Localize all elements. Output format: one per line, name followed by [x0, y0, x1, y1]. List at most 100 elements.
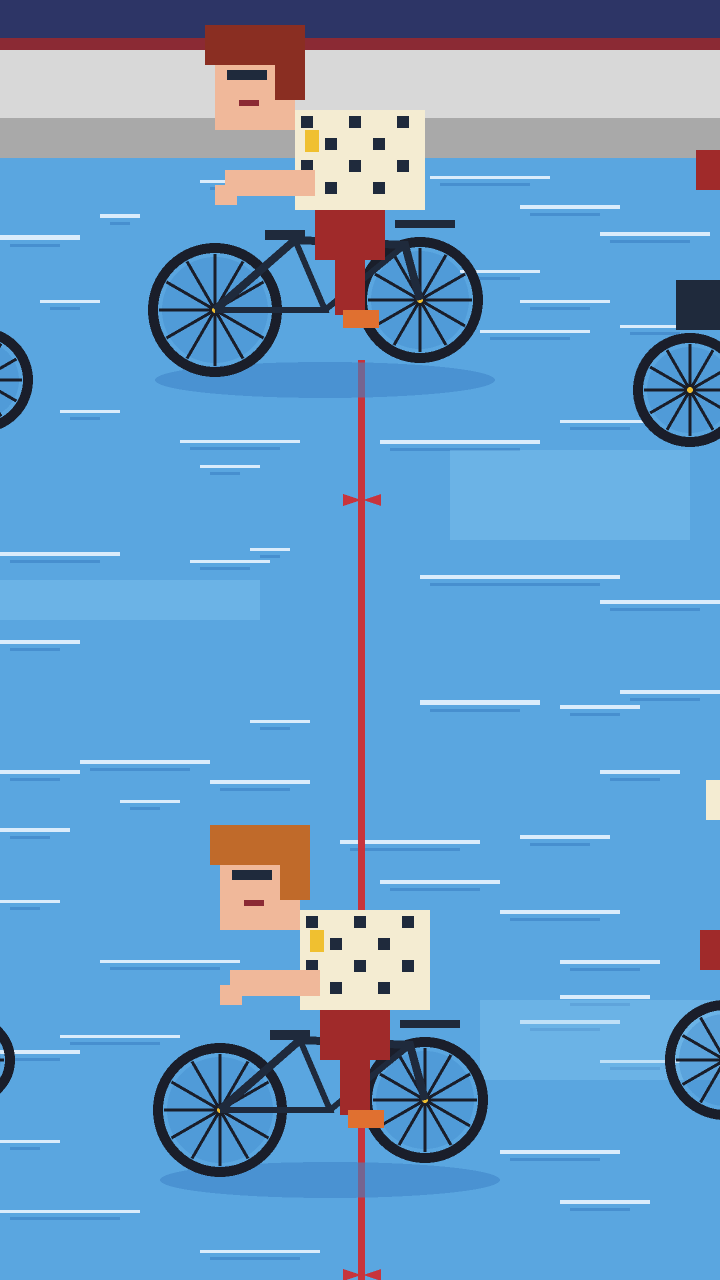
rider-shoe — [348, 1110, 384, 1128]
track-streak — [210, 780, 310, 784]
rider-arm — [225, 170, 315, 196]
track-streak-shadow — [530, 307, 590, 310]
track-streak-shadow — [220, 788, 290, 791]
edge-rider-arm — [700, 930, 720, 970]
track-streak — [560, 1200, 650, 1204]
jersey-check — [325, 182, 337, 194]
track-streak — [0, 552, 120, 556]
rider-hair-back — [280, 850, 310, 900]
track-streak — [250, 548, 290, 551]
track-streak — [0, 640, 80, 644]
track-streak — [60, 1035, 180, 1038]
track-streak-shadow — [200, 567, 250, 570]
track-streak-shadow — [610, 778, 660, 781]
track-streak — [500, 910, 620, 914]
track-streak — [0, 1140, 60, 1143]
rider-shoe — [343, 310, 379, 328]
track-streak-shadow — [10, 1217, 120, 1220]
rider-eye — [227, 70, 267, 80]
jersey-check — [354, 916, 366, 928]
track-streak — [560, 705, 640, 709]
jersey-check — [373, 138, 385, 150]
track-streak — [250, 720, 310, 723]
jersey-check — [325, 138, 337, 150]
rider-hand — [215, 185, 237, 205]
track-streak — [40, 300, 100, 303]
track-streak-shadow — [530, 843, 590, 846]
wheel-hub-cap — [687, 387, 693, 393]
track-streak — [190, 560, 270, 563]
bike-seat — [265, 230, 305, 240]
track-streak-shadow — [490, 337, 570, 340]
jersey-accent — [305, 130, 319, 152]
barrier-wall — [0, 50, 720, 120]
track-streak — [120, 800, 180, 803]
track-streak-shadow — [570, 1208, 630, 1211]
track-streak — [200, 465, 260, 468]
track-streak — [600, 232, 710, 236]
track-streak — [560, 960, 660, 964]
track-streak-shadow — [350, 848, 460, 851]
track-streak-shadow — [70, 1042, 160, 1045]
rider-leg — [340, 1055, 370, 1115]
track-streak-shadow — [110, 967, 220, 970]
rider-mouth — [244, 900, 264, 906]
track-streak-shadow — [610, 608, 700, 611]
track-streak — [420, 700, 540, 705]
track-streak-shadow — [390, 888, 480, 891]
jersey-check — [378, 938, 390, 950]
track-streak — [0, 828, 70, 832]
track-streak — [500, 1150, 620, 1154]
bike-handlebar — [395, 220, 455, 228]
rider-arm — [230, 970, 320, 996]
rider-mouth — [239, 100, 259, 106]
edge-rider-body — [706, 780, 720, 820]
jersey-check — [306, 916, 318, 928]
track-streak-shadow — [70, 417, 100, 420]
center-lane-line — [358, 360, 365, 1280]
edge-rider-body — [676, 280, 720, 330]
track-streak-shadow — [10, 778, 60, 781]
rider-hand — [220, 985, 242, 1005]
track-streak-shadow — [630, 698, 700, 701]
bike-seat — [270, 1030, 310, 1040]
track-streak-shadow — [210, 472, 240, 475]
jersey-check — [402, 960, 414, 972]
track-streak — [560, 420, 650, 423]
track-streak-shadow — [530, 213, 600, 216]
track-streak — [520, 300, 610, 303]
track-streak — [80, 760, 210, 764]
track-streak-shadow — [10, 244, 60, 247]
track-streak — [520, 835, 610, 839]
track-streak — [600, 600, 720, 604]
track-streak — [380, 880, 500, 884]
track-streak — [620, 690, 720, 694]
jersey-check — [402, 916, 414, 928]
track-highlight — [0, 580, 260, 620]
track-streak-shadow — [510, 1158, 600, 1161]
track-streak — [60, 410, 120, 413]
rider-eye — [232, 870, 272, 880]
track-streak — [0, 770, 80, 774]
track-streak — [100, 960, 240, 963]
track-streak-shadow — [570, 968, 640, 971]
edge-wheel — [633, 333, 720, 447]
sky-band — [0, 0, 720, 40]
track-streak — [100, 214, 140, 218]
track-streak — [0, 1210, 140, 1213]
jersey-check — [373, 182, 385, 194]
jersey-check — [397, 160, 409, 172]
track-streak — [520, 205, 620, 209]
track-streak — [560, 995, 650, 999]
track-streak-shadow — [130, 807, 160, 810]
track-streak-shadow — [260, 727, 290, 730]
track-streak-shadow — [10, 560, 100, 563]
track-streak-shadow — [610, 240, 690, 243]
track-streak — [0, 235, 80, 240]
rider-hair-back — [275, 50, 305, 100]
bike-handlebar — [400, 1020, 460, 1028]
track-streak — [380, 440, 540, 444]
track-streak-shadow — [10, 907, 40, 910]
jersey-check — [301, 116, 313, 128]
track-streak — [420, 575, 620, 579]
